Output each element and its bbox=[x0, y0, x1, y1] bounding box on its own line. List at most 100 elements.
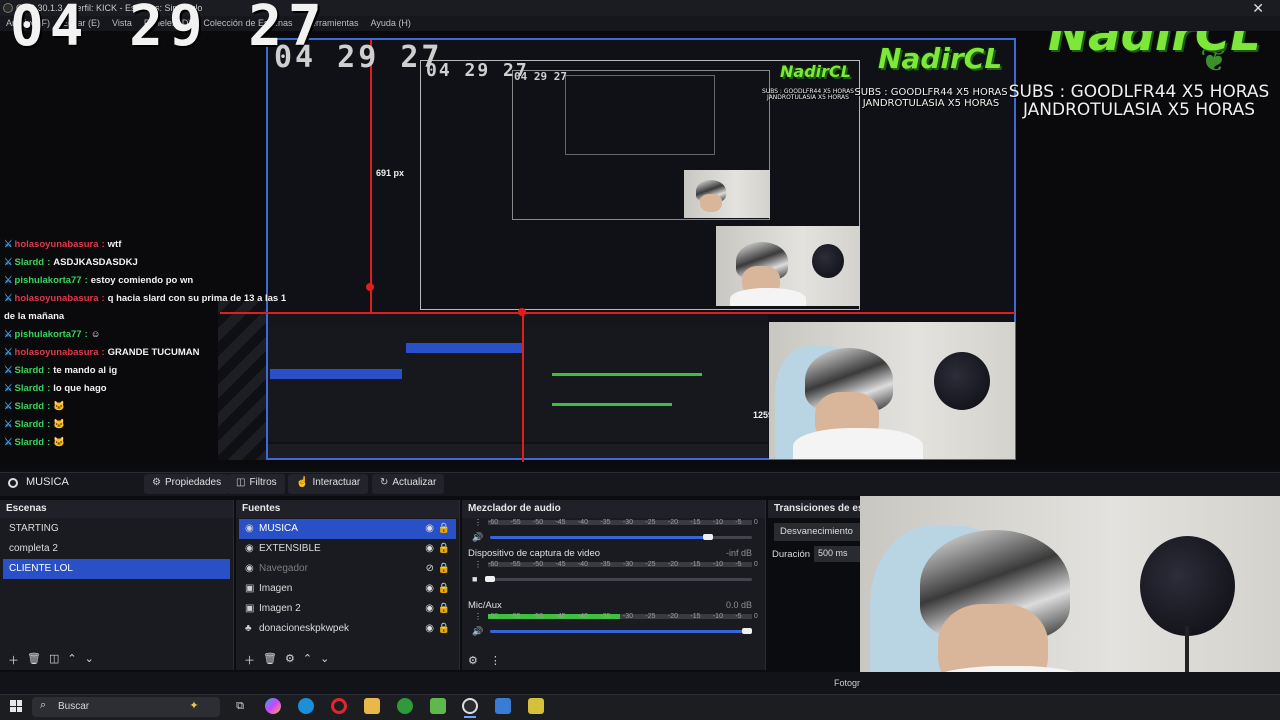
align-line-v2 bbox=[522, 312, 524, 462]
chat-colon: : bbox=[47, 419, 51, 430]
volume-slider[interactable] bbox=[490, 534, 752, 540]
tick-label: -55 bbox=[510, 519, 521, 526]
task-view-icon[interactable]: ⧉ bbox=[232, 698, 248, 714]
volume-knob[interactable] bbox=[742, 628, 752, 634]
tick-label: -25 bbox=[645, 519, 656, 526]
source-down-icon[interactable]: ⌄ bbox=[320, 652, 329, 670]
mixer-channel: Mic/Aux 0.0 dB ⋮ -60 -55 -50 -45 -40 -35 -30 -25 -2… bbox=[468, 600, 758, 650]
duration-label: Duración bbox=[772, 549, 811, 560]
lock-icon[interactable]: 🔒 bbox=[438, 543, 450, 554]
opera-icon[interactable] bbox=[331, 698, 347, 714]
source-item[interactable]: ▣ Imagen ◉ 🔒 bbox=[239, 579, 456, 599]
sword-badge-icon: ⚔ bbox=[4, 419, 13, 430]
copilot-icon[interactable] bbox=[265, 698, 281, 714]
mixer-title: Mezclador de audio bbox=[462, 500, 765, 518]
source-item[interactable]: ◉ MUSICA ◉ 🔒 bbox=[239, 519, 456, 539]
lock-icon[interactable]: 🔒 bbox=[438, 583, 450, 594]
volume-slider[interactable] bbox=[485, 576, 752, 582]
trash-icon[interactable]: 🗑 bbox=[27, 652, 41, 670]
sword-badge-icon: ⚔ bbox=[4, 401, 13, 412]
eye-icon[interactable]: ◉ bbox=[425, 523, 434, 534]
search-icon: ⌕ bbox=[40, 699, 47, 711]
chat-username: Slardd bbox=[14, 437, 45, 448]
chat-username: holasoyunabasura bbox=[14, 293, 99, 304]
windows-start-icon[interactable] bbox=[10, 700, 22, 712]
chat-message: ⚔ Slardd: lo que hago bbox=[4, 380, 274, 398]
scene-item[interactable]: completa 2 bbox=[3, 539, 230, 559]
source-item[interactable]: ◉ Navegador ⊘ 🔒 bbox=[239, 559, 456, 579]
properties-button[interactable]: ⚙ Propiedades bbox=[144, 474, 230, 494]
chat-message: ⚔ holasoyunabasura: q hacia slard con su p… bbox=[4, 290, 286, 308]
move-up-icon[interactable]: ⌃ bbox=[67, 652, 76, 670]
meter-ticks: -60 -55 -50 -45 -40 -35 -30 -25 -20 -15 -10 -5 0 bbox=[488, 519, 758, 526]
refresh-button[interactable]: ↻ Actualizar bbox=[372, 474, 445, 494]
channel-menu-icon[interactable]: ⋮ bbox=[474, 518, 482, 527]
channel-menu-icon[interactable]: ⋮ bbox=[474, 560, 482, 569]
scene-item[interactable]: STARTING bbox=[3, 519, 230, 539]
tick-label: -35 bbox=[600, 519, 611, 526]
speaker-icon[interactable]: 🔊 bbox=[472, 626, 483, 637]
lock-icon[interactable]: 🔒 bbox=[438, 623, 450, 634]
close-icon[interactable]: ✕ bbox=[1252, 0, 1264, 17]
transition-select[interactable]: Desvanecimiento bbox=[774, 523, 860, 541]
chat-colon: : bbox=[84, 275, 88, 286]
trash-source-icon[interactable]: 🗑 bbox=[263, 652, 277, 670]
volume-knob[interactable] bbox=[485, 576, 496, 582]
speaker-icon[interactable]: 🔊 bbox=[472, 532, 483, 543]
volume-slider[interactable] bbox=[490, 628, 752, 634]
add-scene-icon[interactable]: ＋ bbox=[8, 652, 19, 670]
chat-message: ⚔ pishulakorta77: ☺ bbox=[4, 326, 274, 344]
channel-db: 0.0 dB bbox=[725, 600, 752, 610]
filters-button[interactable]: ◫ Filtros bbox=[228, 474, 285, 494]
scenes-title: Escenas bbox=[0, 500, 233, 518]
lock-icon[interactable]: 🔒 bbox=[438, 523, 450, 534]
sources-title: Fuentes bbox=[236, 500, 459, 518]
source-item[interactable]: ▣ Imagen 2 ◉ 🔒 bbox=[239, 599, 456, 619]
obs-taskbar-icon[interactable] bbox=[462, 698, 478, 714]
measure-691: 691 px bbox=[376, 168, 405, 178]
chat-text: GRANDE TUCUMAN bbox=[107, 347, 200, 358]
source-label: Imagen 2 bbox=[259, 603, 301, 614]
file-explorer-icon[interactable] bbox=[364, 698, 380, 714]
volume-knob[interactable] bbox=[702, 534, 713, 540]
lock-icon[interactable]: 🔒 bbox=[438, 603, 450, 614]
source-item[interactable]: ◉ EXTENSIBLE ◉ 🔒 bbox=[239, 539, 456, 559]
webcam-nested-1 bbox=[769, 322, 1015, 459]
subs-nested2-line2: JANDROTULASIA X5 HORAS bbox=[767, 94, 849, 102]
gear-source-icon[interactable]: ⚙ bbox=[285, 652, 295, 670]
align-handle-2[interactable] bbox=[518, 308, 526, 316]
sword-badge-icon: ⚔ bbox=[4, 383, 13, 394]
mixer-settings-icon[interactable]: ⚙ bbox=[468, 654, 478, 667]
eye-hidden-icon[interactable]: ⊘ bbox=[426, 563, 434, 574]
eye-icon[interactable]: ◉ bbox=[425, 583, 434, 594]
align-handle-1[interactable] bbox=[366, 283, 374, 291]
eye-icon[interactable]: ◉ bbox=[425, 543, 434, 554]
eye-icon[interactable]: ◉ bbox=[425, 623, 434, 634]
filter-scene-icon[interactable]: ◫ bbox=[49, 652, 59, 670]
mixer-menu-icon[interactable]: ⋮ bbox=[490, 654, 501, 667]
source-item[interactable]: ♣ donacioneskpkwpek ◉ 🔒 bbox=[239, 619, 456, 639]
muted-speaker-icon[interactable]: ■ bbox=[472, 574, 477, 584]
channel-menu-icon[interactable]: ⋮ bbox=[474, 612, 482, 621]
app-yellow-icon[interactable] bbox=[528, 698, 544, 714]
chat-colon: : bbox=[47, 401, 51, 412]
chat-text: ASDJKASDASDKJ bbox=[53, 257, 138, 268]
current-scene-name: MUSICA bbox=[26, 476, 69, 488]
chat-text: 🐱 bbox=[53, 401, 66, 412]
menu-item[interactable]: Ayuda (H) bbox=[371, 18, 411, 31]
source-up-icon[interactable]: ⌃ bbox=[303, 652, 312, 670]
eye-icon[interactable]: ◉ bbox=[425, 603, 434, 614]
lock-icon[interactable]: 🔒 bbox=[438, 563, 450, 574]
scene-item[interactable]: CLIENTE LOL bbox=[3, 559, 230, 579]
interact-button[interactable]: ☝ Interactuar bbox=[288, 474, 369, 494]
app-fire-icon[interactable] bbox=[397, 698, 413, 714]
transitions-title: Transiciones de escenas bbox=[768, 500, 860, 518]
store-icon[interactable] bbox=[495, 698, 511, 714]
channel-name: Dispositivo de captura de video bbox=[468, 548, 601, 559]
move-down-icon[interactable]: ⌄ bbox=[85, 652, 94, 670]
duration-input[interactable]: 500 ms bbox=[814, 546, 860, 562]
align-line-v1 bbox=[370, 40, 372, 312]
edge-icon[interactable] bbox=[298, 698, 314, 714]
app-green-icon[interactable] bbox=[430, 698, 446, 714]
add-source-icon[interactable]: ＋ bbox=[244, 652, 255, 670]
